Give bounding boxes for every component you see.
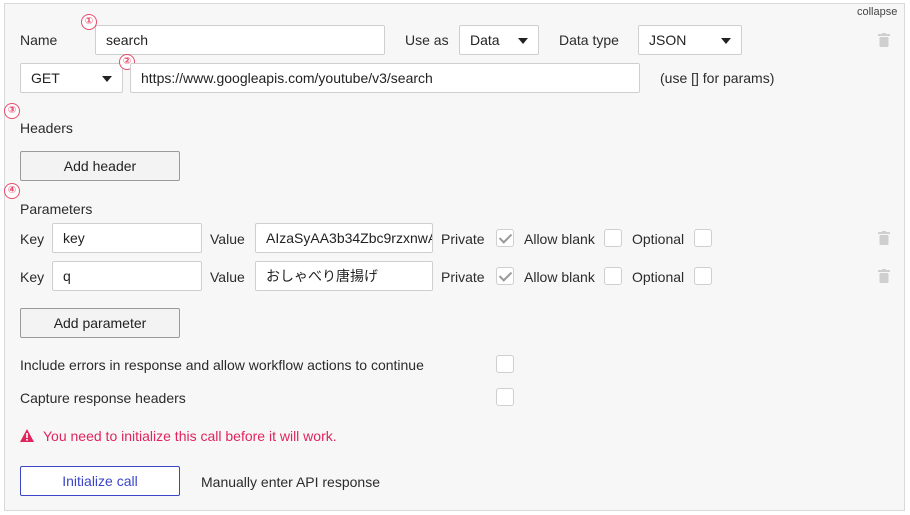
data-type-label: Data type <box>559 32 619 48</box>
name-input[interactable]: search <box>95 25 385 55</box>
capture-headers-label: Capture response headers <box>20 390 186 406</box>
optional-checkbox[interactable] <box>694 229 712 247</box>
trash-icon[interactable] <box>878 33 890 47</box>
param-value-label: Value <box>210 231 245 247</box>
url-input[interactable]: https://www.googleapis.com/youtube/v3/se… <box>130 63 640 93</box>
param-value-label: Value <box>210 269 245 285</box>
allow-blank-label: Allow blank <box>524 269 595 285</box>
include-errors-label: Include errors in response and allow wor… <box>20 357 424 373</box>
optional-checkbox[interactable] <box>694 267 712 285</box>
data-type-value: JSON <box>649 32 687 48</box>
warning-icon <box>20 429 34 442</box>
annotation-badge-4: ④ <box>4 183 20 199</box>
data-type-select[interactable]: JSON <box>638 25 742 55</box>
chevron-down-icon <box>721 38 731 44</box>
manual-response-link[interactable]: Manually enter API response <box>201 474 380 490</box>
param-key-input[interactable]: q <box>52 261 202 291</box>
private-checkbox[interactable] <box>496 267 514 285</box>
optional-label: Optional <box>632 231 685 247</box>
headers-title: Headers <box>20 120 73 136</box>
use-as-value: Data <box>470 32 500 48</box>
allow-blank-checkbox[interactable] <box>604 229 622 247</box>
param-key-label: Key <box>20 231 45 247</box>
method-value: GET <box>31 70 60 86</box>
param-key-label: Key <box>20 269 45 285</box>
warning-text: You need to initialize this call before … <box>43 428 337 444</box>
url-hint: (use [] for params) <box>660 70 775 86</box>
param-key-input[interactable]: key <box>52 223 202 253</box>
method-select[interactable]: GET <box>20 63 123 93</box>
annotation-badge-1: ① <box>81 14 97 30</box>
collapse-link[interactable]: collapse <box>857 6 897 18</box>
name-label: Name <box>20 32 58 48</box>
capture-headers-checkbox[interactable] <box>496 388 514 406</box>
include-errors-checkbox[interactable] <box>496 355 514 373</box>
use-as-select[interactable]: Data <box>459 25 539 55</box>
param-value-input[interactable]: AIzaSyAA3b34Zbc9rzxnwA <box>255 223 433 253</box>
trash-icon[interactable] <box>878 269 890 283</box>
param-value-input[interactable]: おしゃべり唐揚げ <box>255 261 433 291</box>
allow-blank-label: Allow blank <box>524 231 595 247</box>
parameters-title: Parameters <box>20 201 93 217</box>
trash-icon[interactable] <box>878 231 890 245</box>
private-label: Private <box>441 269 485 285</box>
add-parameter-button[interactable]: Add parameter <box>20 308 180 338</box>
initialize-call-button[interactable]: Initialize call <box>20 466 180 496</box>
use-as-label: Use as <box>405 32 449 48</box>
allow-blank-checkbox[interactable] <box>604 267 622 285</box>
optional-label: Optional <box>632 269 685 285</box>
chevron-down-icon <box>518 38 528 44</box>
annotation-badge-3: ③ <box>4 103 20 119</box>
private-checkbox[interactable] <box>496 229 514 247</box>
chevron-down-icon <box>102 76 112 82</box>
add-header-button[interactable]: Add header <box>20 151 180 181</box>
private-label: Private <box>441 231 485 247</box>
